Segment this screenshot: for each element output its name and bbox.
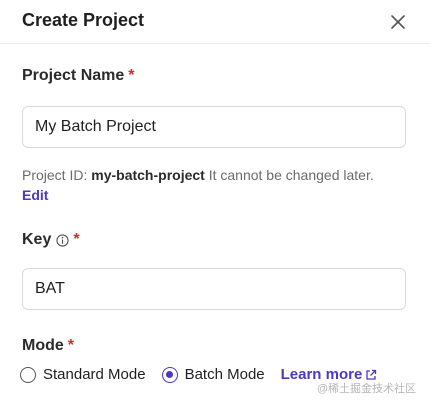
info-icon[interactable] — [56, 233, 69, 247]
dialog-title: Create Project — [22, 10, 145, 30]
key-input[interactable] — [22, 268, 406, 310]
mode-label: Mode — [22, 337, 64, 354]
required-mark: * — [73, 231, 80, 248]
dialog-header: Create Project — [0, 0, 430, 44]
project-name-label: Project Name — [22, 67, 125, 84]
standard-mode-option[interactable]: Standard Mode — [20, 366, 146, 383]
edit-project-id-link[interactable]: Edit — [22, 187, 48, 203]
project-id-prefix: Project ID: — [22, 167, 88, 183]
project-id-suffix: It cannot be changed later. — [208, 167, 374, 183]
required-mark: * — [128, 67, 135, 84]
standard-mode-radio[interactable] — [20, 366, 36, 383]
required-mark: * — [67, 337, 75, 354]
project-name-input[interactable] — [22, 106, 406, 148]
standard-mode-label: Standard Mode — [43, 366, 146, 383]
batch-mode-label: Batch Mode — [184, 366, 265, 383]
project-name-label-row: Project Name * — [22, 67, 135, 85]
batch-mode-option[interactable]: Batch Mode — [161, 366, 265, 383]
project-id-hint: Project ID: my-batch-project It cannot b… — [22, 165, 412, 205]
external-link-icon — [366, 369, 377, 380]
close-icon[interactable] — [390, 14, 406, 30]
project-id-value: my-batch-project — [91, 167, 205, 183]
key-label: Key — [22, 231, 52, 248]
watermark: @稀土掘金技术社区 — [316, 383, 416, 395]
key-label-row: Key * — [22, 231, 80, 249]
batch-mode-radio[interactable] — [161, 366, 178, 383]
mode-label-row: Mode * — [22, 337, 74, 355]
